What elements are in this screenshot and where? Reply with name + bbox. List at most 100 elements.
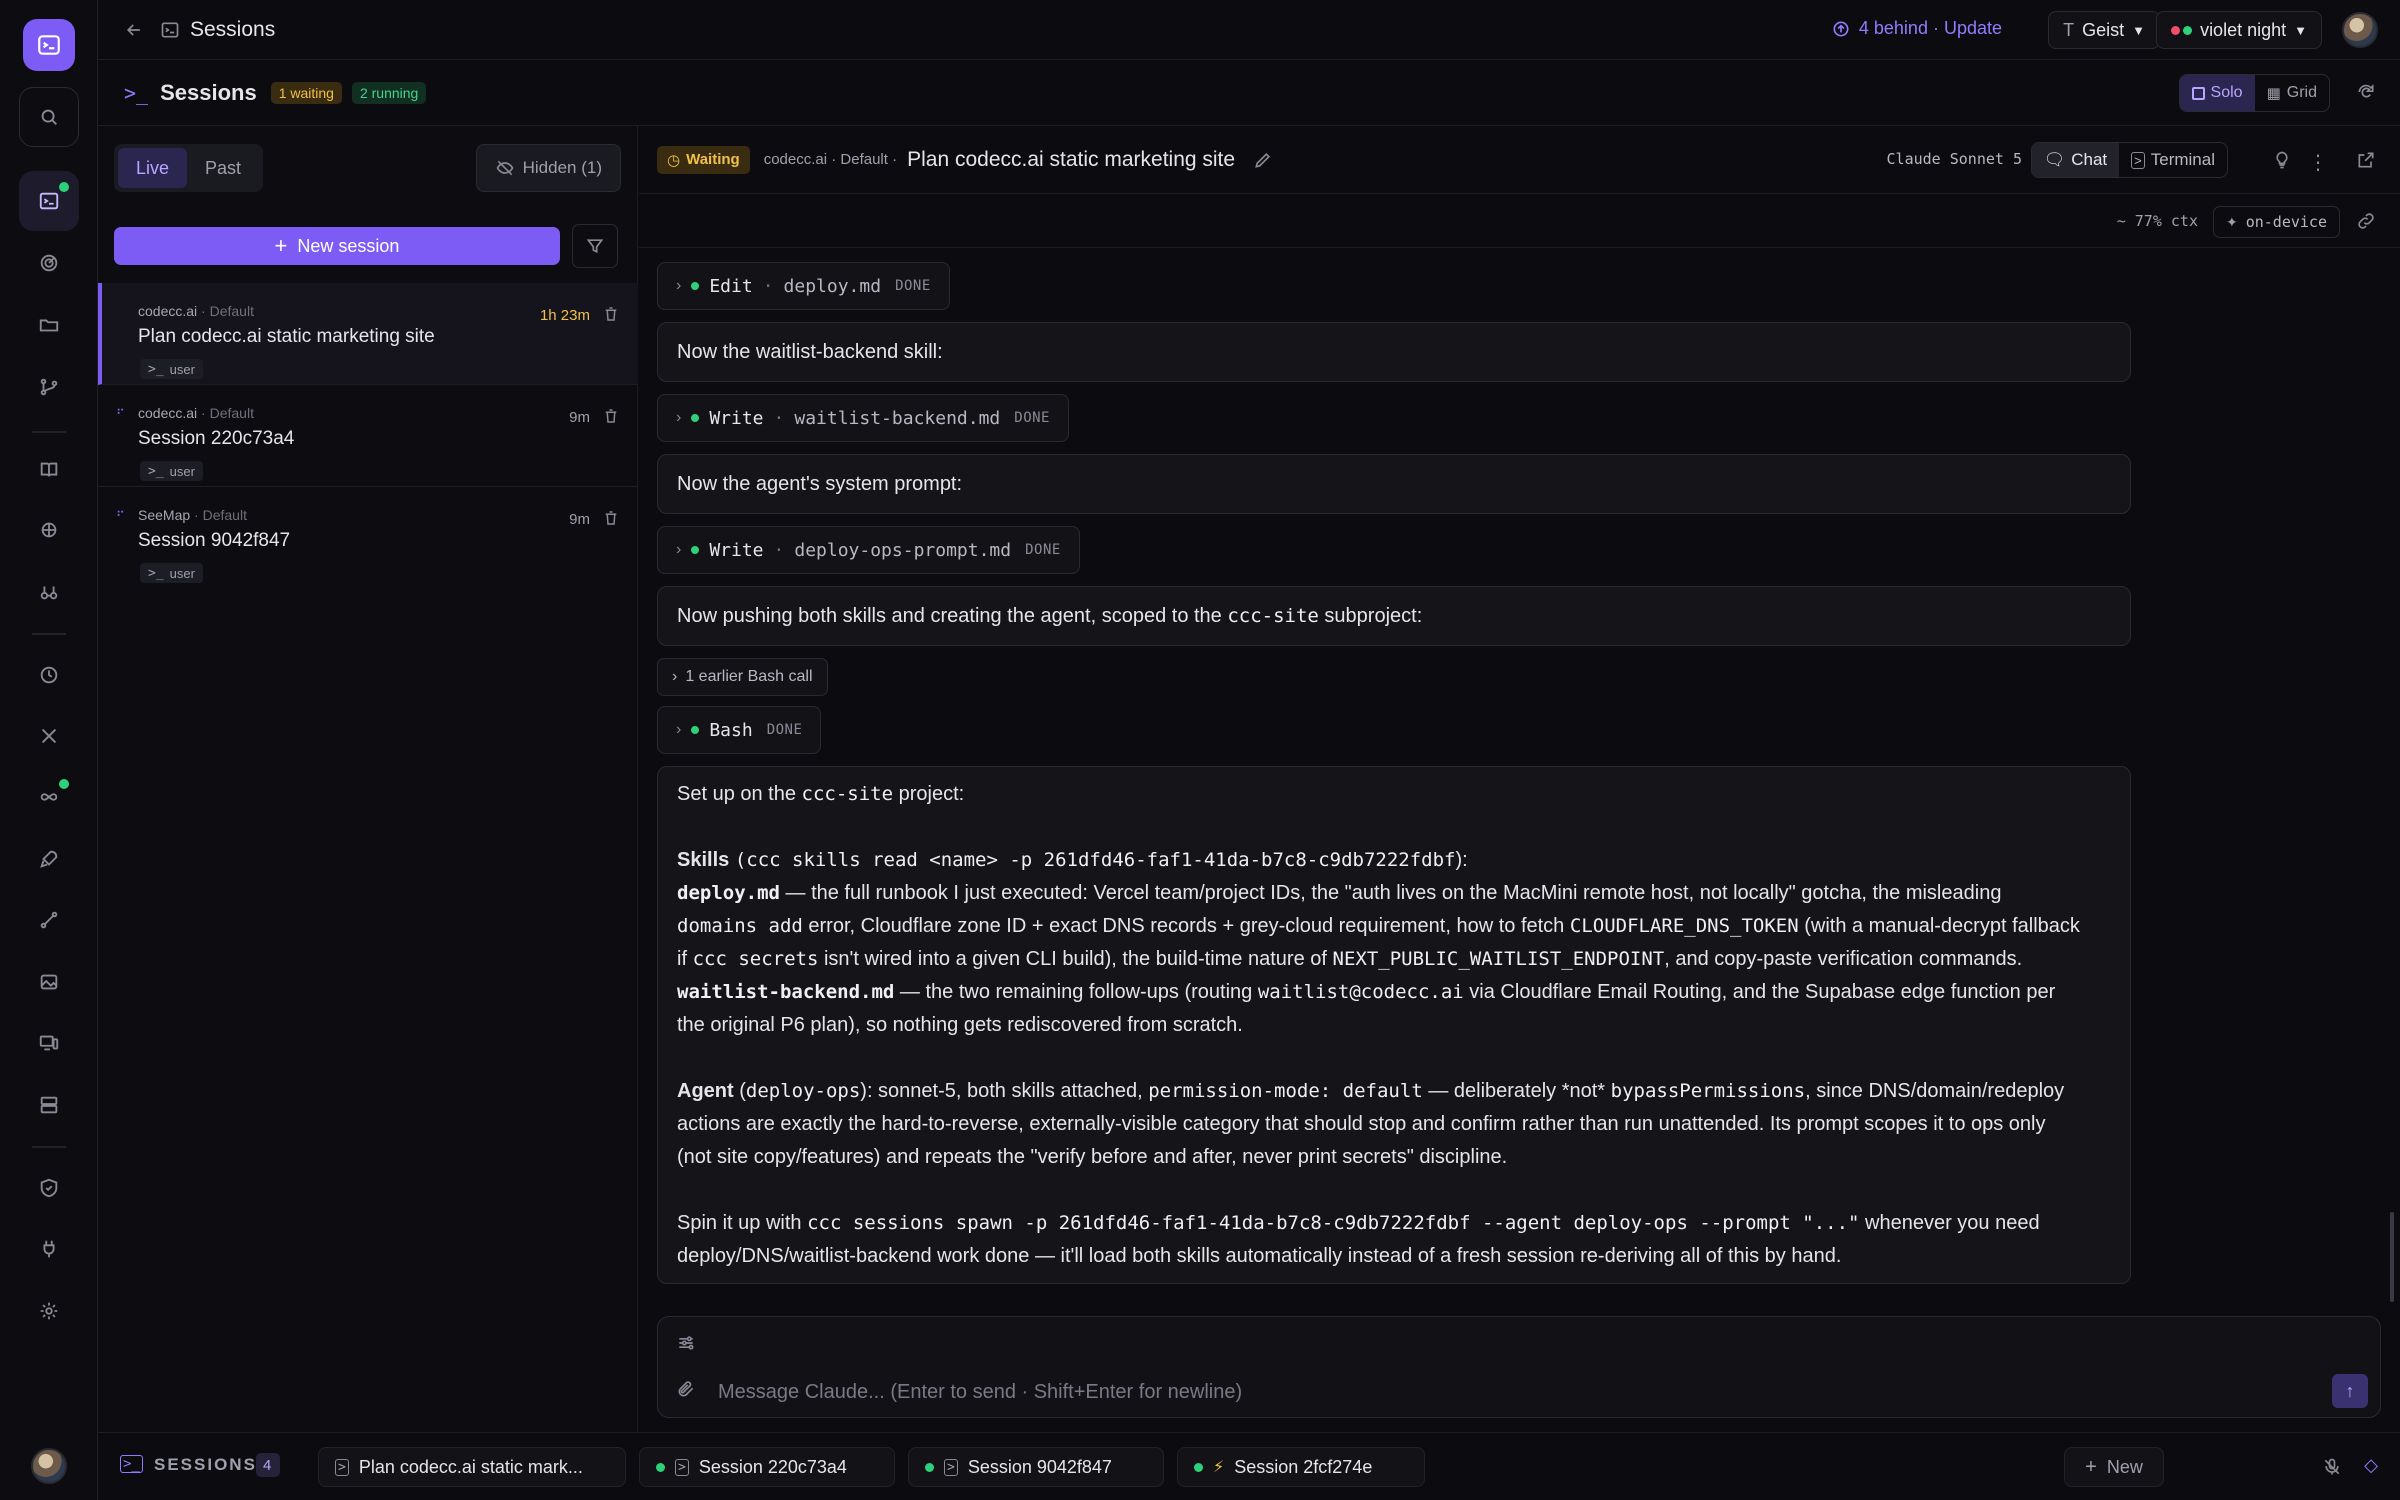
prompt-icon: >_ [148,463,164,479]
refresh-icon[interactable] [2356,82,2376,102]
shield-icon[interactable] [19,1158,79,1218]
update-link[interactable]: 4 behind · Update [1831,18,2002,39]
tool-call-bash[interactable]: › Bash DONE [657,706,822,754]
infinity-active-dot [59,779,69,789]
plug-icon[interactable] [19,1219,79,1279]
pipeline-icon[interactable] [19,890,79,950]
trash-icon[interactable] [602,509,620,527]
tab-live[interactable]: Live [118,148,188,188]
on-device-button[interactable]: ✦ on-device [2212,206,2340,238]
sessions-terminal-icon[interactable] [19,171,79,231]
tool-call-write[interactable]: › Write · deploy-ops-prompt.md DONE [657,526,1080,574]
project-name: codecc.ai [138,405,198,421]
trash-icon[interactable] [602,407,620,425]
waiting-badge: 1 waiting [270,81,342,104]
link-icon[interactable] [2356,211,2376,231]
tab-past[interactable]: Past [187,148,259,188]
tools-icon[interactable] [19,706,79,766]
new-session-button[interactable]: + New session [114,227,560,265]
lightbulb-icon[interactable] [2272,150,2292,170]
search-icon[interactable] [19,87,79,147]
tool-separator: · [762,275,774,297]
workspace-name: · Default [194,507,247,523]
infinity-icon[interactable] [19,767,79,827]
edit-pencil-icon[interactable] [1253,150,1273,170]
trash-icon[interactable] [602,305,620,323]
project-name: SeeMap [138,507,191,523]
grid-button[interactable]: ▦ Grid [2255,75,2329,111]
send-button[interactable]: ↑ [2332,1374,2368,1408]
paperclip-icon[interactable] [676,1379,696,1399]
assistant-final-message: Set up on the ccc-site project: Skills (… [657,766,2131,1284]
settings-gear-icon[interactable] [19,1281,79,1341]
clock-icon[interactable] [19,645,79,705]
session-item-active[interactable]: codecc.ai · Default Plan codecc.ai stati… [98,283,638,385]
earlier-calls-toggle[interactable]: › 1 earlier Bash call [657,658,828,696]
theme-select[interactable]: violet night ▼ [2156,11,2322,49]
sessions-header: >_ Sessions 1 waiting 2 running Solo ▦ Gr… [98,60,2400,126]
session-header: ◷ Waiting codecc.ai · Default · Plan code… [639,126,2400,194]
storage-icon[interactable] [19,1075,79,1135]
workspace-name: · Default [201,405,254,421]
inline-code: ccc-site [801,783,894,805]
top-bar: Sessions T Geist ▼ 4 behind · Update viole… [98,0,2400,60]
target-icon[interactable] [19,233,79,293]
rail-divider [32,1146,66,1148]
text-run: subproject: [1318,604,1423,627]
brain-icon[interactable] [19,500,79,560]
chevron-right-icon: › [676,277,682,294]
text-run: error, Cloudflare zone ID + exact DNS re… [802,915,1570,937]
message-text: Now the waitlist-backend skill: [677,340,943,363]
inline-code: ccc sessions spawn -p 261dfd46-faf1-41da… [807,1212,1860,1234]
profile-avatar[interactable] [2342,12,2378,48]
bottom-tab-session[interactable]: > Session 220c73a4 [639,1447,895,1487]
diamond-icon[interactable]: ◇ [2364,1455,2378,1476]
back-arrow-icon[interactable] [124,20,144,40]
more-vertical-icon[interactable]: ⋮ [2308,150,2328,175]
chat-feed: › Edit · deploy.md DONE Now the waitlist… [639,248,2400,1303]
solo-button[interactable]: Solo [2179,75,2255,111]
mic-off-icon[interactable] [2322,1457,2342,1477]
model-label[interactable]: Claude Sonnet 5 [1887,150,2022,168]
session-item[interactable]: ⠋ SeeMap · Default Session 9042f847 >_ us… [98,487,638,589]
session-item[interactable]: ⠋ codecc.ai · Default Session 220c73a4 >… [98,385,638,487]
solo-label: Solo [2210,84,2243,101]
external-link-icon[interactable] [2356,150,2376,170]
sliders-icon[interactable] [676,1333,696,1353]
inline-code: deploy-ops [745,1080,861,1102]
tool-separator: · [773,407,785,429]
devices-icon[interactable] [19,1013,79,1073]
tab-label: Session 220c73a4 [698,1456,847,1477]
image-icon[interactable] [19,952,79,1012]
tool-status: DONE [1014,410,1050,426]
assistant-message: Now pushing both skills and creating the… [657,586,2131,646]
feed-scrollbar[interactable] [2390,1212,2394,1302]
message-text: Now pushing both skills and creating the… [677,605,1422,628]
bottom-tab-session[interactable]: > Plan codecc.ai static mark... [318,1447,626,1487]
tool-name: Write [709,539,764,561]
terminal-tab[interactable]: > Terminal [2119,143,2227,177]
text-run: ): [1455,849,1468,871]
hidden-sessions-button[interactable]: Hidden (1) [475,144,621,192]
font-select[interactable]: T Geist ▼ [2048,11,2160,49]
binoculars-icon[interactable] [19,562,79,622]
book-icon[interactable] [19,440,79,500]
app-logo-terminal-icon[interactable] [23,19,75,71]
filter-icon [585,236,605,256]
chat-tab[interactable]: 🗨 Chat [2031,143,2120,177]
git-branch-icon[interactable] [19,357,79,417]
prompt-icon: >_ [148,565,164,581]
bottom-tab-session[interactable]: ⚡ Session 2fcf274e [1177,1447,1425,1487]
text-run: Now pushing both skills and creating the… [677,604,1228,627]
message-input[interactable] [718,1375,2218,1409]
text-run: (not site copy/features) and repeats the… [677,1146,1508,1168]
user-avatar[interactable] [31,1448,67,1484]
rocket-icon[interactable] [19,829,79,889]
new-tab-button[interactable]: + New [2064,1447,2164,1487]
earlier-label: 1 earlier Bash call [685,668,813,685]
folder-icon[interactable] [19,295,79,355]
bottom-tab-session[interactable]: > Session 9042f847 [908,1447,1164,1487]
tool-call-edit[interactable]: › Edit · deploy.md DONE [657,262,950,310]
filter-button[interactable] [572,224,618,268]
tool-call-write[interactable]: › Write · waitlist-backend.md DONE [657,394,1069,442]
